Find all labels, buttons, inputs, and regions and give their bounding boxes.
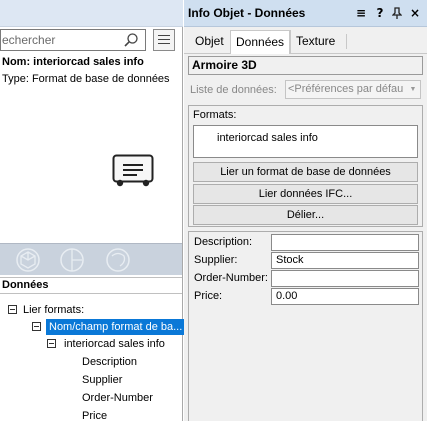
- attr-label-description: Description:: [194, 236, 253, 248]
- tab-donnees[interactable]: Données: [230, 30, 291, 54]
- cube-view-icon[interactable]: [14, 246, 42, 274]
- tree-field-order-number[interactable]: Order-Number: [82, 390, 153, 406]
- tab-bar: Objet Données Texture: [184, 27, 427, 54]
- tree-node-label: interiorcad sales info: [64, 338, 165, 350]
- tab-divider: [346, 34, 347, 49]
- unlink-button[interactable]: Délier...: [193, 205, 418, 225]
- database-format-icon: [112, 154, 154, 187]
- attr-field-price[interactable]: 0.00: [271, 288, 419, 305]
- help-icon[interactable]: ?: [373, 5, 387, 21]
- resource-manager-pane: Nom: interiorcad sales info Type: Format…: [0, 0, 186, 421]
- datasource-select[interactable]: <Préférences par défau ▼: [285, 80, 421, 99]
- datasource-label: Liste de données:: [190, 84, 277, 96]
- link-db-format-button[interactable]: Lier un format de base de données: [193, 162, 418, 182]
- tree-node-lier-formats[interactable]: Lier formats:: [0, 302, 182, 318]
- pin-icon[interactable]: [390, 5, 404, 23]
- search-box[interactable]: [0, 29, 146, 51]
- formats-label: Formats:: [193, 109, 237, 121]
- collapse-toggle-icon[interactable]: [8, 305, 17, 314]
- resource-info-area: Nom: interiorcad sales info Type: Format…: [0, 54, 182, 250]
- panel-title: Info Objet - Données: [188, 6, 306, 20]
- attr-label-order-number: Order-Number:: [194, 272, 268, 284]
- menu-icon[interactable]: ≡: [354, 5, 368, 21]
- tree-node-format[interactable]: interiorcad sales info: [0, 336, 182, 352]
- data-tree: Lier formats: Nom/champ format de ba... …: [0, 296, 186, 421]
- formats-list[interactable]: interiorcad sales info: [193, 125, 418, 158]
- object-info-panel: Info Objet - Données ≡ ? × Objet Données…: [184, 0, 427, 421]
- link-ifc-button[interactable]: Lier données IFC...: [193, 184, 418, 204]
- panel-titlebar: Info Objet - Données ≡ ? ×: [184, 0, 427, 27]
- preview-toolbar: [0, 243, 182, 275]
- tree-field-description[interactable]: Description: [82, 354, 137, 370]
- tab-objet[interactable]: Objet: [190, 30, 229, 54]
- search-input[interactable]: [1, 30, 119, 50]
- data-section-header: Données: [0, 277, 182, 294]
- tree-field-price[interactable]: Price: [82, 408, 107, 421]
- tree-node-label-selected: Nom/champ format de ba...: [46, 319, 186, 335]
- chevron-down-icon: ▼: [406, 81, 420, 98]
- tree-node-format-field[interactable]: Nom/champ format de ba...: [0, 319, 186, 335]
- resource-name: Nom: interiorcad sales info: [2, 56, 144, 68]
- attr-field-description[interactable]: [271, 234, 419, 251]
- search-icon[interactable]: [123, 32, 139, 48]
- attributes-group: Description: Supplier: Stock Order-Numbe…: [188, 231, 423, 421]
- attr-label-price: Price:: [194, 290, 223, 302]
- rotate-view-icon[interactable]: [104, 246, 132, 274]
- collapse-toggle-icon[interactable]: [32, 322, 41, 331]
- list-view-button[interactable]: [153, 29, 175, 51]
- tree-node-label: Lier formats:: [23, 304, 85, 316]
- resource-type: Type: Format de base de données: [2, 73, 170, 85]
- attr-field-order-number[interactable]: [271, 270, 419, 287]
- formats-list-item[interactable]: interiorcad sales info: [217, 132, 318, 144]
- tree-field-supplier[interactable]: Supplier: [82, 372, 122, 388]
- datasource-value: <Préférences par défau: [288, 83, 404, 95]
- left-titlebar: [0, 0, 183, 27]
- attr-field-supplier[interactable]: Stock: [271, 252, 419, 269]
- collapse-toggle-icon[interactable]: [47, 339, 56, 348]
- close-icon[interactable]: ×: [408, 5, 422, 21]
- object-name: Armoire 3D: [188, 56, 423, 75]
- sphere-view-icon[interactable]: [58, 246, 86, 274]
- formats-group: Formats: interiorcad sales info Lier un …: [188, 105, 423, 227]
- tab-texture[interactable]: Texture: [290, 30, 340, 54]
- attr-label-supplier: Supplier:: [194, 254, 238, 266]
